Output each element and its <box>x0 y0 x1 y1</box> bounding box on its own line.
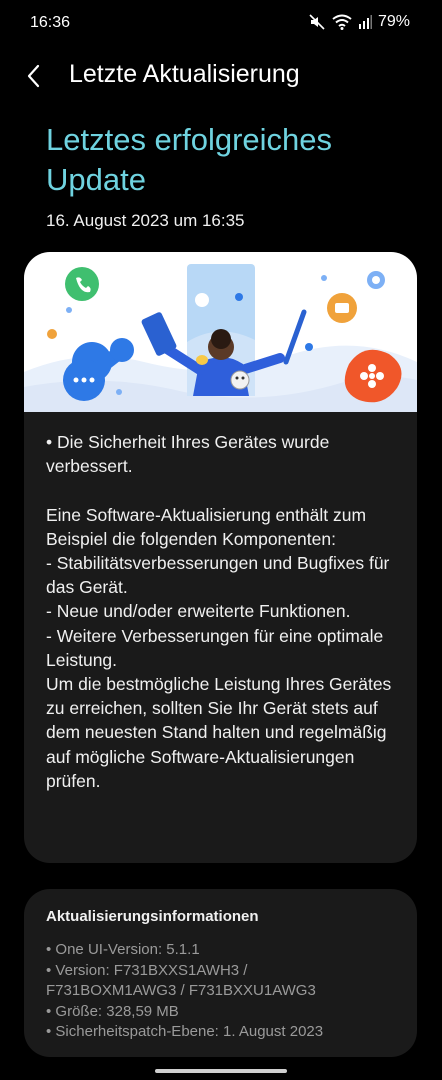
app-bar: Letzte Aktualisierung <box>0 52 442 100</box>
update-illustration <box>24 252 417 412</box>
update-status-title: Letztes erfolgreiches Update <box>46 122 333 197</box>
info-item-one-ui-version: • One UI-Version: 5.1.1 <box>46 941 200 958</box>
update-date: 16. August 2023 um 16:35 <box>46 211 245 230</box>
chevron-left-icon <box>27 64 40 88</box>
mute-icon <box>308 13 326 31</box>
wifi-icon <box>332 14 352 30</box>
info-item-security-patch: • Sicherheitspatch-Ebene: 1. August 2023 <box>46 1023 324 1040</box>
back-button[interactable] <box>14 56 54 96</box>
signal-icon <box>358 15 372 29</box>
release-notes-card: • Die Sicherheit Ihres Gerätes wurde ver… <box>24 252 417 863</box>
update-info-list: • One UI-Version: 5.1.1 • Version: F731B… <box>46 940 406 1043</box>
update-info-title: Aktualisierungsinformationen <box>46 908 259 925</box>
info-item-version: • Version: F731BXXS1AWH3 / F731BOXM1AWG3… <box>46 961 316 1000</box>
home-indicator[interactable] <box>155 1069 287 1073</box>
page-title: Letzte Aktualisierung <box>69 60 300 88</box>
status-bar: 16:36 79% <box>0 0 442 46</box>
release-notes-text: • Die Sicherheit Ihres Gerätes wurde ver… <box>46 432 392 791</box>
info-item-size: • Größe: 328,59 MB <box>46 1002 179 1020</box>
status-icons: 79% <box>308 13 410 31</box>
update-info-card: Aktualisierungsinformationen • One UI-Ve… <box>24 889 417 1057</box>
battery-percentage: 79% <box>377 13 410 30</box>
status-time: 16:36 <box>30 14 71 31</box>
